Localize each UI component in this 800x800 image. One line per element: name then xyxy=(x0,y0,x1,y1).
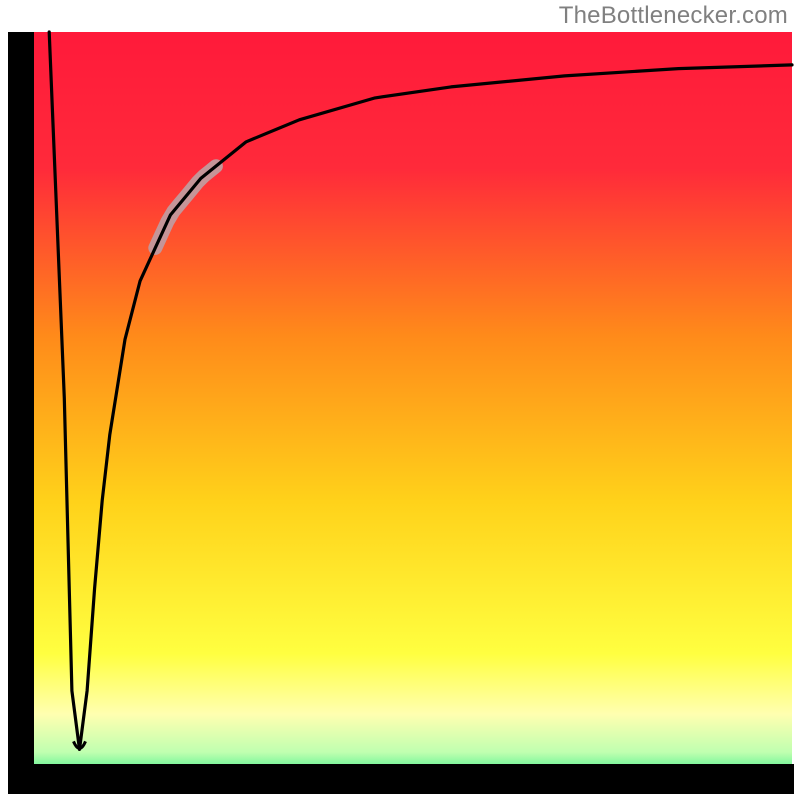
plot-area xyxy=(8,32,794,794)
gradient-background xyxy=(34,32,792,790)
chart-svg xyxy=(0,0,800,800)
frame-bottom xyxy=(8,764,794,794)
bottleneck-chart: TheBottlenecker.com xyxy=(0,0,800,800)
attribution-label: TheBottlenecker.com xyxy=(559,2,788,30)
frame-left xyxy=(8,32,34,792)
